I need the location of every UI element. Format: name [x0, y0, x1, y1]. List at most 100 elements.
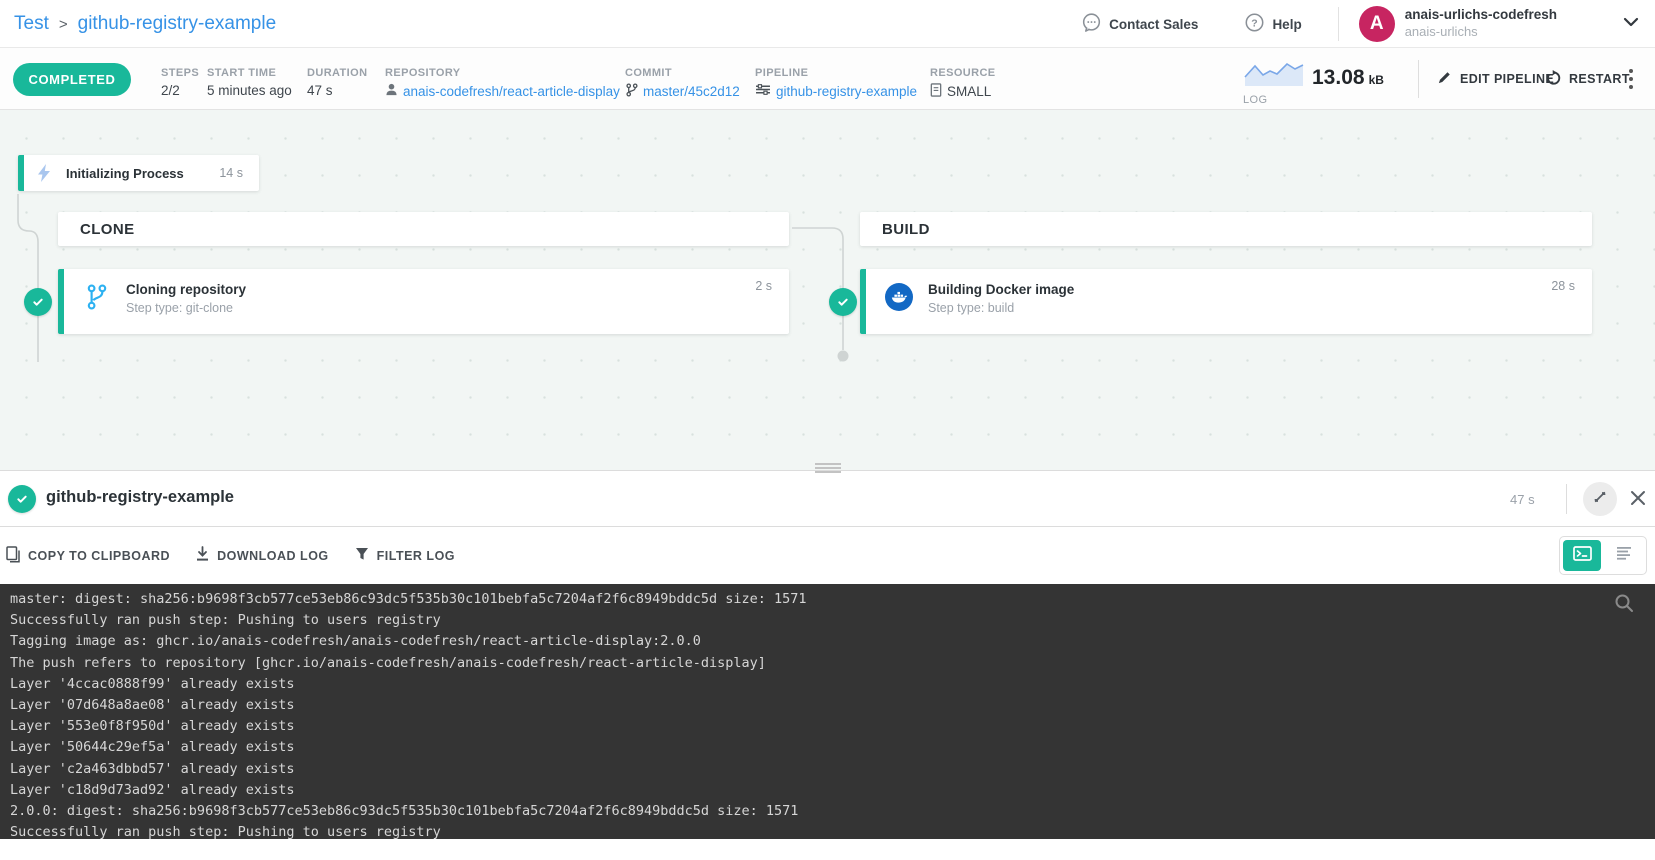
breadcrumb-parent-link[interactable]: Test: [14, 13, 49, 35]
expand-panel-button[interactable]: [1583, 482, 1617, 516]
log-search-icon[interactable]: [1613, 592, 1635, 619]
clone-step-duration: 2 s: [755, 279, 772, 293]
stage-header-clone: CLONE: [58, 212, 789, 246]
log-list-icon: [1615, 546, 1633, 565]
chevron-down-icon[interactable]: [1621, 12, 1641, 37]
build-step-type: Step type: build: [928, 301, 1074, 315]
close-icon: [1628, 495, 1648, 512]
build-step-title: Building Docker image: [928, 282, 1074, 297]
avatar[interactable]: A: [1359, 6, 1395, 42]
avatar-initial: A: [1370, 13, 1384, 35]
log-line: The push refers to repository [ghcr.io/a…: [10, 653, 1645, 674]
log-line: Successfully ran push step: Pushing to u…: [10, 822, 1645, 839]
log-line: Successfully ran push step: Pushing to u…: [10, 610, 1645, 631]
log-toolbar: COPY TO CLIPBOARD DOWNLOAD LOG FILTER LO…: [0, 527, 1655, 584]
field-resource: RESOURCE SMALL: [930, 67, 996, 100]
log-line: Layer 'c2a463dbbd57' already exists: [10, 759, 1645, 780]
branch-icon: [625, 83, 638, 100]
breadcrumb: Test > github-registry-example: [14, 0, 276, 48]
terminal-view-button[interactable]: [1563, 540, 1601, 571]
contact-sales-label: Contact Sales: [1109, 17, 1198, 32]
copy-to-clipboard-button[interactable]: COPY TO CLIPBOARD: [6, 546, 170, 566]
filter-log-button[interactable]: FILTER LOG: [355, 547, 455, 564]
log-line: Tagging image as: ghcr.io/anais-codefres…: [10, 631, 1645, 652]
docker-icon: [884, 283, 914, 311]
contact-sales-button[interactable]: Contact Sales: [1081, 12, 1198, 36]
log-line: master: digest: sha256:b9698f3cb577ce53e…: [10, 589, 1645, 610]
build-success-check-icon: [829, 288, 857, 316]
resource-value: SMALL: [930, 83, 996, 100]
log-sparkline-chart: [1243, 61, 1305, 88]
field-repository: REPOSITORY anais-codefresh/react-article…: [385, 67, 620, 99]
log-line: Layer '553e0f8f950d' already exists: [10, 716, 1645, 737]
log-size-meter[interactable]: LOG: [1243, 61, 1305, 106]
clone-step-type: Step type: git-clone: [126, 301, 246, 315]
help-button[interactable]: ? Help: [1244, 12, 1301, 36]
download-log-button[interactable]: DOWNLOAD LOG: [196, 546, 329, 565]
help-icon: ?: [1244, 12, 1265, 36]
panel-duration: 47 s: [1510, 492, 1535, 507]
log-panel-header: github-registry-example 47 s: [0, 471, 1655, 527]
field-pipeline: PIPELINE github-registry-example: [755, 67, 917, 99]
svg-text:?: ?: [1252, 17, 1258, 29]
log-line: 2.0.0: digest: sha256:b9698f3cb577ce53eb…: [10, 801, 1645, 822]
user-menu[interactable]: anais-urlichs-codefresh anais-urlichs: [1405, 7, 1557, 40]
close-panel-button[interactable]: [1628, 488, 1648, 513]
panel-title: github-registry-example: [46, 488, 234, 507]
user-name: anais-urlichs-codefresh: [1405, 7, 1557, 24]
user-icon: [385, 83, 398, 99]
log-output[interactable]: master: digest: sha256:b9698f3cb577ce53e…: [0, 584, 1655, 839]
clone-step-card[interactable]: Cloning repository Step type: git-clone …: [58, 269, 789, 334]
panel-success-check-icon: [8, 485, 36, 513]
expand-icon: [1592, 489, 1608, 510]
commit-link[interactable]: master/45c2d12: [625, 83, 740, 100]
clone-step-title: Cloning repository: [126, 282, 246, 297]
build-status-bar: COMPLETED STEPS 2/2 START TIME 5 minutes…: [0, 48, 1655, 110]
init-step-card[interactable]: Initializing Process 14 s: [18, 155, 259, 191]
panel-header-divider: [1566, 484, 1567, 514]
log-size-value: 13.08 kB: [1312, 66, 1384, 90]
terminal-icon: [1573, 546, 1592, 566]
log-line: Layer 'c18d9d73ad92' already exists: [10, 780, 1645, 801]
log-panel: github-registry-example 47 s COPY TO CLI…: [0, 470, 1655, 860]
lightning-icon: [36, 163, 52, 183]
init-step-title: Initializing Process: [66, 166, 184, 181]
top-header: Test > github-registry-example Contact S…: [0, 0, 1655, 48]
help-label: Help: [1272, 17, 1301, 32]
user-account: anais-urlichs: [1405, 24, 1557, 40]
header-divider: [1338, 7, 1339, 41]
status-badge: COMPLETED: [13, 63, 131, 96]
field-steps: STEPS 2/2: [161, 67, 199, 98]
breadcrumb-current-link[interactable]: github-registry-example: [78, 13, 277, 35]
pipeline-canvas: Initializing Process 14 s CLONE Cloning …: [0, 110, 1655, 470]
log-meter-label: LOG: [1243, 94, 1305, 106]
breadcrumb-separator: >: [59, 16, 68, 33]
list-view-button[interactable]: [1605, 540, 1643, 571]
restart-icon: [1545, 70, 1561, 89]
pipeline-link[interactable]: github-registry-example: [755, 83, 917, 99]
log-view-toggle: [1559, 536, 1647, 575]
more-options-kebab-icon[interactable]: [1628, 48, 1634, 110]
statusbar-divider: [1418, 60, 1419, 98]
field-commit: COMMIT master/45c2d12: [625, 67, 740, 100]
pencil-icon: [1437, 70, 1452, 88]
log-line: Layer '4ccac0888f99' already exists: [10, 674, 1645, 695]
build-step-duration: 28 s: [1551, 279, 1575, 293]
clipboard-icon: [6, 546, 20, 566]
filter-funnel-icon: [355, 547, 369, 564]
download-icon: [196, 546, 209, 565]
chat-bubble-icon: [1081, 12, 1102, 36]
restart-button[interactable]: RESTART: [1545, 48, 1630, 110]
log-line: Layer '07d648a8ae08' already exists: [10, 695, 1645, 716]
build-step-card[interactable]: Building Docker image Step type: build 2…: [860, 269, 1592, 334]
git-clone-icon: [82, 283, 112, 311]
log-lines: master: digest: sha256:b9698f3cb577ce53e…: [0, 584, 1655, 839]
field-start-time: START TIME 5 minutes ago: [207, 67, 292, 98]
repository-link[interactable]: anais-codefresh/react-article-display: [385, 83, 620, 99]
clone-success-check-icon: [24, 288, 52, 316]
log-line: Layer '50644c29ef5a' already exists: [10, 737, 1645, 758]
edit-pipeline-button[interactable]: EDIT PIPELINE: [1437, 48, 1554, 110]
field-duration: DURATION 47 s: [307, 67, 367, 98]
resource-icon: [930, 83, 942, 100]
stage-header-build: BUILD: [860, 212, 1592, 246]
